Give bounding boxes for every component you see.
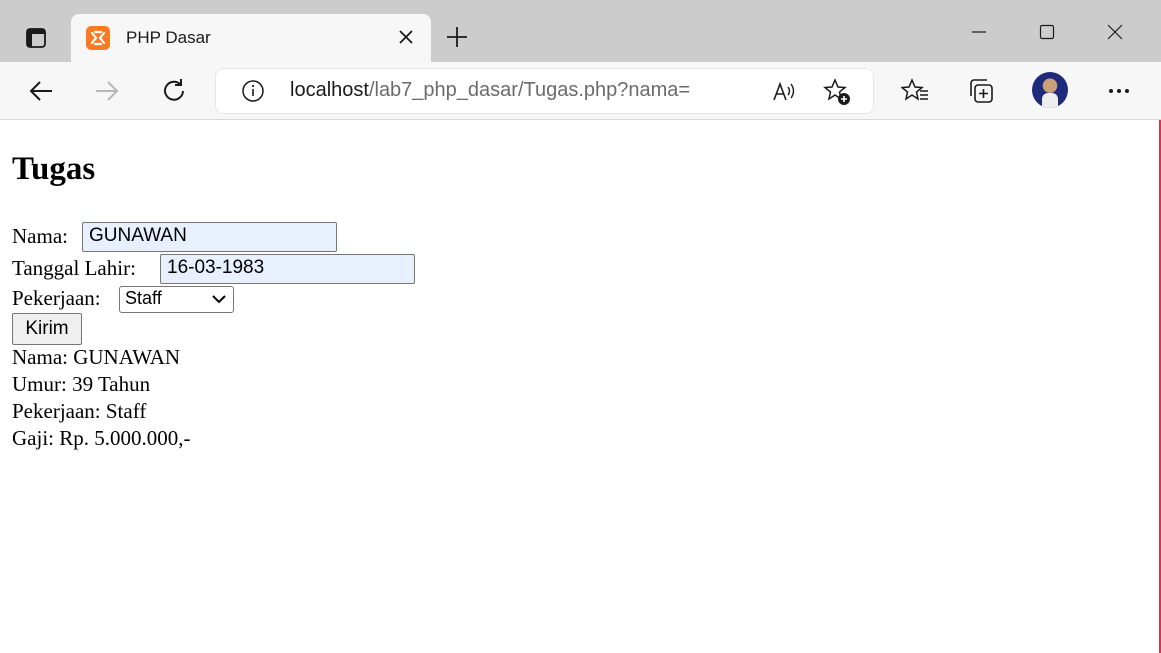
star-add-icon[interactable] bbox=[822, 77, 852, 107]
page-heading: Tugas bbox=[12, 151, 96, 187]
tab-strip: PHP Dasar bbox=[0, 0, 1161, 62]
url-path: /lab7_php_dasar/Tugas.php?nama= bbox=[368, 79, 691, 101]
pekerjaan-label: Pekerjaan: bbox=[12, 286, 101, 310]
result-umur: Umur: 39 Tahun bbox=[12, 372, 151, 396]
address-bar[interactable]: localhost/lab7_php_dasar/Tugas.php?nama= bbox=[216, 69, 873, 113]
favorites-icon[interactable] bbox=[896, 72, 934, 110]
result-gaji: Gaji: Rp. 5.000.000,- bbox=[12, 426, 191, 450]
refresh-icon[interactable] bbox=[155, 72, 193, 110]
browser-toolbar: localhost/lab7_php_dasar/Tugas.php?nama= bbox=[0, 62, 1161, 120]
more-icon[interactable] bbox=[1100, 72, 1138, 110]
nama-label: Nama: bbox=[12, 224, 68, 248]
xampp-favicon-icon bbox=[86, 26, 110, 50]
url-host: localhost bbox=[290, 79, 369, 101]
nama-input[interactable]: GUNAWAN bbox=[82, 222, 337, 252]
tab-title: PHP Dasar bbox=[126, 28, 211, 47]
result-nama: Nama: GUNAWAN bbox=[12, 345, 181, 369]
back-arrow-icon[interactable] bbox=[22, 72, 60, 110]
collections-icon[interactable] bbox=[962, 72, 1000, 110]
tab-actions-icon[interactable] bbox=[16, 22, 56, 54]
result-pekerjaan: Pekerjaan: Staff bbox=[12, 399, 147, 423]
window-controls bbox=[945, 14, 1149, 50]
forward-arrow-icon bbox=[88, 72, 126, 110]
minimize-icon[interactable] bbox=[945, 14, 1013, 50]
profile-avatar[interactable] bbox=[1032, 72, 1068, 108]
close-icon[interactable] bbox=[395, 26, 417, 48]
tanggal-lahir-input[interactable]: 16-03-1983 bbox=[160, 254, 415, 284]
page-content: Tugas Nama: GUNAWAN Tanggal Lahir: 16-03… bbox=[0, 120, 1161, 653]
tanggal-lahir-label: Tanggal Lahir: bbox=[12, 256, 136, 280]
pekerjaan-selected: Staff bbox=[125, 288, 162, 308]
info-icon[interactable] bbox=[240, 78, 266, 104]
maximize-icon[interactable] bbox=[1013, 14, 1081, 50]
browser-tab[interactable]: PHP Dasar bbox=[71, 14, 431, 62]
window-close-icon[interactable] bbox=[1081, 14, 1149, 50]
plus-icon[interactable] bbox=[442, 22, 472, 52]
pekerjaan-select[interactable]: Staff bbox=[119, 286, 234, 313]
read-aloud-icon[interactable] bbox=[769, 77, 799, 107]
kirim-button[interactable]: Kirim bbox=[12, 313, 82, 345]
chevron-down-icon bbox=[211, 291, 227, 312]
url-text: localhost/lab7_php_dasar/Tugas.php?nama= bbox=[290, 79, 690, 102]
